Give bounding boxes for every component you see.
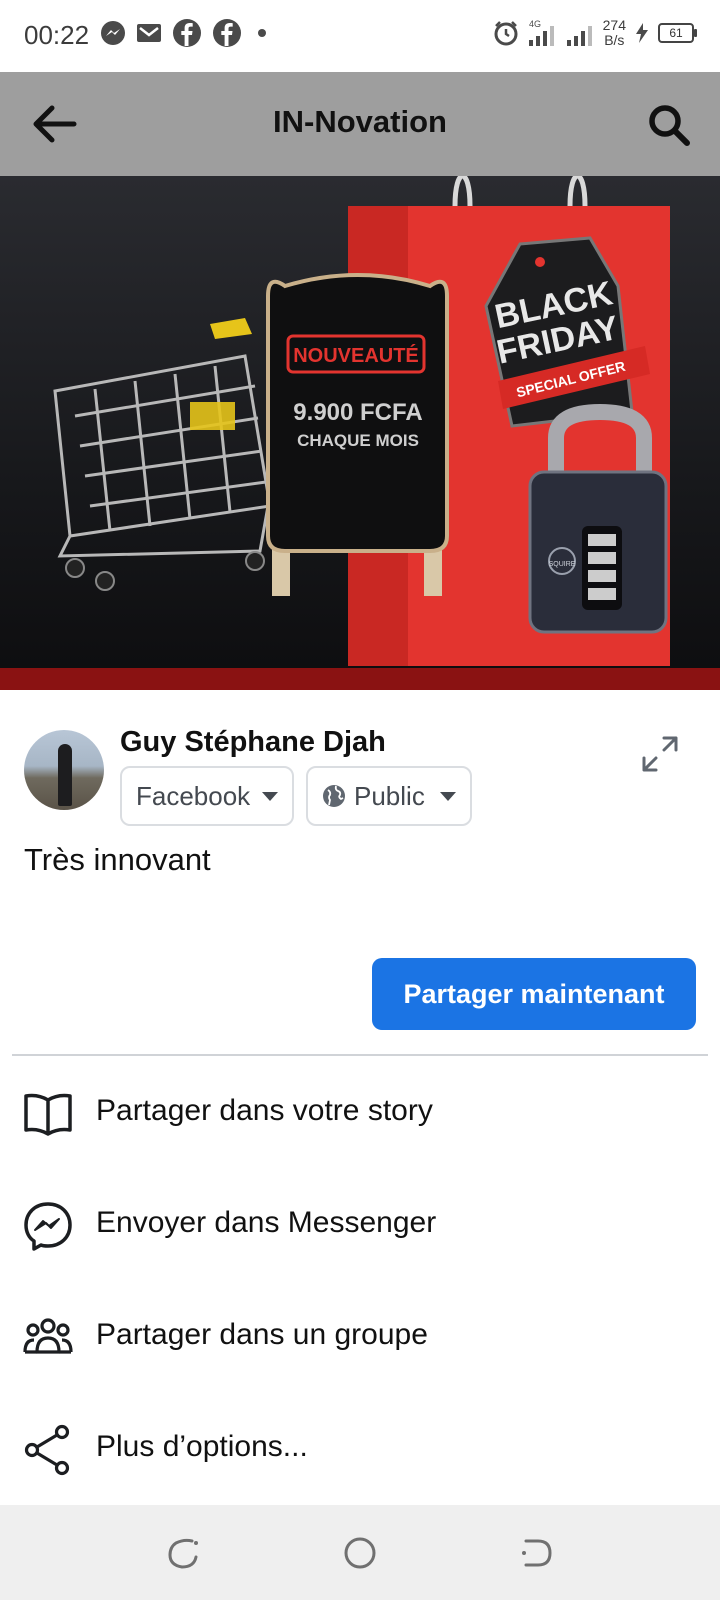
home-icon[interactable] <box>342 1535 378 1571</box>
facebook-notification-icon <box>213 19 241 47</box>
destination-selector[interactable]: Facebook <box>120 766 294 826</box>
destination-label: Facebook <box>136 780 251 811</box>
option-share-story[interactable]: Partager dans votre story <box>0 1056 720 1168</box>
lock-brand: SQUIRE <box>549 561 576 568</box>
badge-text: NOUVEAUTÉ <box>293 344 419 367</box>
share-icon <box>24 1424 70 1476</box>
post-image[interactable]: NOUVEAUTÉ 9.900 FCFA CHAQUE MOIS BLACK F… <box>0 176 720 690</box>
messenger-notification-icon <box>101 21 125 45</box>
share-sheet: Guy Stéphane Djah Facebook Public Très i… <box>0 690 720 1510</box>
price-text: 9.900 FCFA <box>293 399 422 426</box>
audience-label: Public <box>354 780 425 811</box>
status-time: 00:22 <box>24 20 90 50</box>
search-icon[interactable] <box>646 102 692 148</box>
messenger-icon <box>24 1202 72 1251</box>
gmail-notification-icon <box>137 24 161 42</box>
option-label: Envoyer dans Messenger <box>96 1206 437 1239</box>
more-notifications-dot-icon <box>258 29 266 37</box>
expand-icon[interactable] <box>640 734 680 774</box>
facebook-notification-icon <box>173 19 201 47</box>
option-label: Plus d’options... <box>96 1430 308 1463</box>
back-icon[interactable] <box>518 1535 554 1571</box>
page-title: IN-Novation <box>273 104 447 139</box>
option-label: Partager dans votre story <box>96 1094 433 1127</box>
signal-4g-icon: 4G <box>528 19 554 46</box>
group-icon <box>23 1318 73 1354</box>
charging-icon <box>636 23 648 43</box>
option-more-options[interactable]: Plus d’options... <box>0 1392 720 1504</box>
alarm-icon <box>494 21 518 46</box>
promo-illustration: NOUVEAUTÉ 9.900 FCFA CHAQUE MOIS BLACK F… <box>53 176 670 666</box>
avatar <box>24 730 104 810</box>
system-nav-bar <box>0 1505 720 1600</box>
book-open-icon <box>24 1093 72 1136</box>
globe-icon <box>323 785 345 807</box>
share-message-input[interactable]: Très innovant <box>24 842 211 878</box>
recent-apps-icon[interactable] <box>166 1535 202 1571</box>
audience-selector[interactable]: Public <box>306 766 472 826</box>
caret-down-icon <box>440 791 456 801</box>
signal-strength-icon <box>566 26 592 46</box>
network-speed: 274 B/s <box>602 17 626 48</box>
caret-down-icon <box>262 791 278 801</box>
app-header: IN-Novation <box>0 72 720 176</box>
option-label: Partager dans un groupe <box>96 1318 428 1351</box>
svg-text:4G: 4G <box>529 19 541 29</box>
option-send-messenger[interactable]: Envoyer dans Messenger <box>0 1168 720 1280</box>
battery-indicator: 61 <box>658 23 697 43</box>
option-share-group[interactable]: Partager dans un groupe <box>0 1280 720 1392</box>
period-text: CHAQUE MOIS <box>297 431 419 450</box>
share-now-button[interactable]: Partager maintenant <box>372 958 696 1030</box>
user-name: Guy Stéphane Djah <box>120 726 386 758</box>
status-bar: 00:22 4G 274 B/s 61 <box>0 0 720 72</box>
